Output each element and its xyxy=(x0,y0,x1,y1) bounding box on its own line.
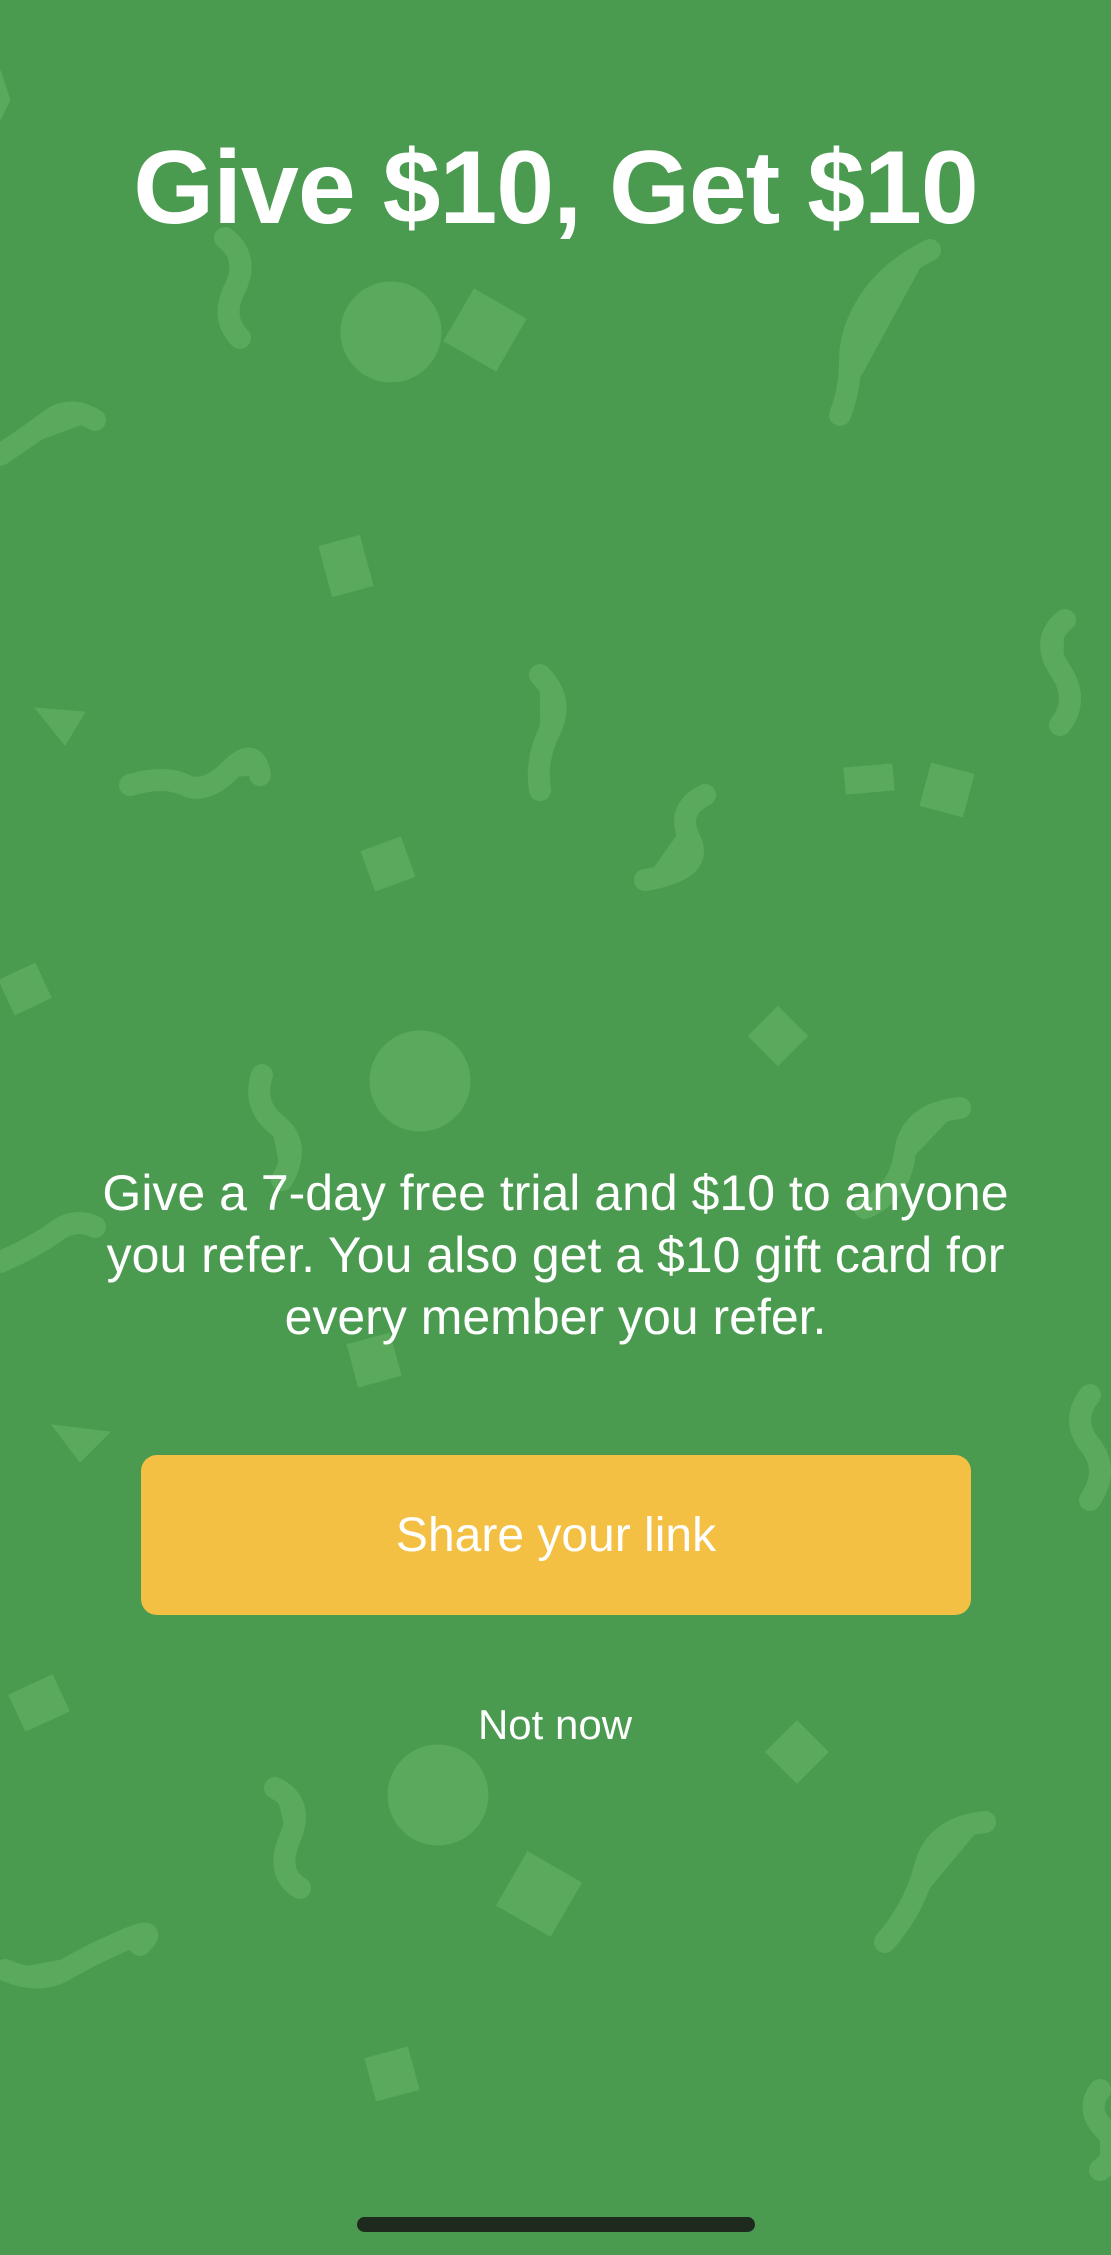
confetti-squiggle xyxy=(0,1922,159,1989)
confetti-squiggle xyxy=(1040,609,1081,736)
confetti-square xyxy=(8,1674,70,1732)
confetti-square xyxy=(318,534,374,598)
home-indicator[interactable] xyxy=(357,2217,755,2232)
confetti-square xyxy=(765,1720,829,1784)
confetti-square xyxy=(0,962,52,1016)
confetti-squiggle xyxy=(1069,1384,1111,1511)
confetti-squiggle xyxy=(264,1777,311,1899)
confetti-squiggle xyxy=(874,1811,996,1953)
confetti-squiggle xyxy=(214,227,252,349)
not-now-button[interactable]: Not now xyxy=(405,1692,705,1758)
confetti-squiggle xyxy=(829,239,941,426)
confetti-circle xyxy=(340,281,442,383)
confetti-triangle xyxy=(33,707,86,746)
confetti-square xyxy=(747,1005,809,1067)
confetti-circle xyxy=(387,1744,489,1846)
confetti-triangle xyxy=(50,1424,112,1463)
referral-screen: Give $10, Get $10 Give a 7-day free tria… xyxy=(0,0,1111,2255)
confetti-squiggle xyxy=(119,747,271,799)
confetti-square xyxy=(495,1850,583,1938)
confetti-squiggle xyxy=(634,784,716,891)
confetti-background xyxy=(0,69,1111,2181)
confetti-square xyxy=(443,288,527,372)
share-link-button[interactable]: Share your link xyxy=(141,1455,971,1615)
confetti-square xyxy=(919,762,975,818)
confetti-squiggle xyxy=(527,664,567,801)
confetti-square xyxy=(360,836,416,892)
confetti-triangle xyxy=(0,69,11,121)
confetti-squiggle xyxy=(1082,2079,1111,2181)
page-title: Give $10, Get $10 xyxy=(133,130,978,246)
confetti-square xyxy=(843,763,895,795)
referral-description: Give a 7-day free trial and $10 to anyon… xyxy=(102,1165,1009,1345)
confetti-circle xyxy=(369,1030,471,1132)
confetti-square xyxy=(364,2046,420,2102)
confetti-squiggle xyxy=(0,401,106,466)
